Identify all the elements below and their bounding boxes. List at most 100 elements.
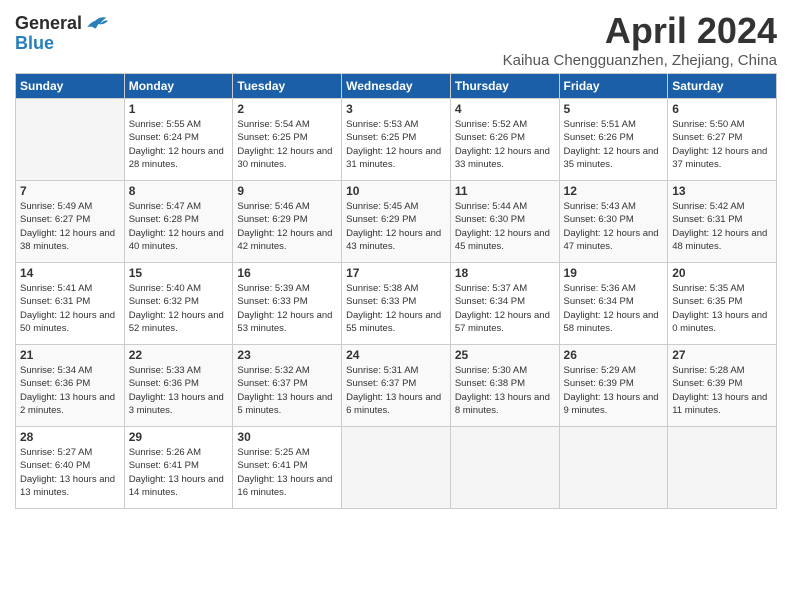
day-number: 17 [346,266,446,280]
day-number: 26 [564,348,664,362]
table-row: 13 Sunrise: 5:42 AM Sunset: 6:31 PM Dayli… [668,181,777,263]
day-info: Sunrise: 5:36 AM Sunset: 6:34 PM Dayligh… [564,282,664,335]
table-row: 18 Sunrise: 5:37 AM Sunset: 6:34 PM Dayli… [450,263,559,345]
day-number: 19 [564,266,664,280]
day-info: Sunrise: 5:44 AM Sunset: 6:30 PM Dayligh… [455,200,555,253]
table-row: 11Sunrise: 5:44 AM Sunset: 6:30 PM Dayli… [450,181,559,263]
table-row: 4Sunrise: 5:52 AM Sunset: 6:26 PM Daylig… [450,99,559,181]
day-info: Sunrise: 5:53 AM Sunset: 6:25 PM Dayligh… [346,118,446,171]
day-info: Sunrise: 5:38 AM Sunset: 6:33 PM Dayligh… [346,282,446,335]
calendar-header-row: Sunday Monday Tuesday Wednesday Thursday… [16,74,777,99]
table-row: 19 Sunrise: 5:36 AM Sunset: 6:34 PM Dayli… [559,263,668,345]
day-info: Sunrise: 5:46 AM Sunset: 6:29 PM Dayligh… [237,200,337,253]
logo-bird-icon [84,14,108,34]
table-row: 27 Sunrise: 5:28 AM Sunset: 6:39 PM Dayli… [668,345,777,427]
calendar-week-row: 28 Sunrise: 5:27 AM Sunset: 6:40 PM Dayli… [16,427,777,509]
day-number: 18 [455,266,555,280]
day-info: Sunrise: 5:29 AM Sunset: 6:39 PM Dayligh… [564,364,664,417]
day-number: 15 [129,266,229,280]
day-info: Sunrise: 5:27 AM Sunset: 6:40 PM Dayligh… [20,446,120,499]
day-info: Sunrise: 5:33 AM Sunset: 6:36 PM Dayligh… [129,364,229,417]
day-info: Sunrise: 5:35 AM Sunset: 6:35 PM Dayligh… [672,282,772,335]
main-container: General Blue April 2024 Kaihua Chengguan… [0,0,792,519]
day-number: 25 [455,348,555,362]
day-info: Sunrise: 5:37 AM Sunset: 6:34 PM Dayligh… [455,282,555,335]
table-row: 10Sunrise: 5:45 AM Sunset: 6:29 PM Dayli… [342,181,451,263]
logo: General Blue [15,14,108,54]
col-saturday: Saturday [668,74,777,99]
col-wednesday: Wednesday [342,74,451,99]
day-info: Sunrise: 5:50 AM Sunset: 6:27 PM Dayligh… [672,118,772,171]
table-row: 7 Sunrise: 5:49 AM Sunset: 6:27 PM Daylig… [16,181,125,263]
table-row: 2 Sunrise: 5:54 AM Sunset: 6:25 PM Daylig… [233,99,342,181]
day-info: Sunrise: 5:25 AM Sunset: 6:41 PM Dayligh… [237,446,337,499]
day-number: 28 [20,430,120,444]
table-row: 14Sunrise: 5:41 AM Sunset: 6:31 PM Dayli… [16,263,125,345]
col-sunday: Sunday [16,74,125,99]
day-number: 10 [346,184,446,198]
day-number: 27 [672,348,772,362]
day-number: 30 [237,430,337,444]
day-number: 12 [564,184,664,198]
day-number: 6 [672,102,772,116]
table-row: 25Sunrise: 5:30 AM Sunset: 6:38 PM Dayli… [450,345,559,427]
logo-general: General [15,14,82,34]
table-row: 23Sunrise: 5:32 AM Sunset: 6:37 PM Dayli… [233,345,342,427]
day-number: 16 [237,266,337,280]
table-row: 24 Sunrise: 5:31 AM Sunset: 6:37 PM Dayli… [342,345,451,427]
table-row: 29 Sunrise: 5:26 AM Sunset: 6:41 PM Dayli… [124,427,233,509]
logo-blue: Blue [15,34,108,54]
table-row: 3 Sunrise: 5:53 AM Sunset: 6:25 PM Daylig… [342,99,451,181]
day-number: 8 [129,184,229,198]
table-row: 26 Sunrise: 5:29 AM Sunset: 6:39 PM Dayli… [559,345,668,427]
table-row: 22Sunrise: 5:33 AM Sunset: 6:36 PM Dayli… [124,345,233,427]
table-row: 15 Sunrise: 5:40 AM Sunset: 6:32 PM Dayli… [124,263,233,345]
day-info: Sunrise: 5:34 AM Sunset: 6:36 PM Dayligh… [20,364,120,417]
day-info: Sunrise: 5:51 AM Sunset: 6:26 PM Dayligh… [564,118,664,171]
day-number: 9 [237,184,337,198]
day-info: Sunrise: 5:49 AM Sunset: 6:27 PM Dayligh… [20,200,120,253]
table-row: 8Sunrise: 5:47 AM Sunset: 6:28 PM Daylig… [124,181,233,263]
day-info: Sunrise: 5:55 AM Sunset: 6:24 PM Dayligh… [129,118,229,171]
day-info: Sunrise: 5:42 AM Sunset: 6:31 PM Dayligh… [672,200,772,253]
day-info: Sunrise: 5:28 AM Sunset: 6:39 PM Dayligh… [672,364,772,417]
day-number: 13 [672,184,772,198]
col-tuesday: Tuesday [233,74,342,99]
day-info: Sunrise: 5:32 AM Sunset: 6:37 PM Dayligh… [237,364,337,417]
calendar-week-row: 14Sunrise: 5:41 AM Sunset: 6:31 PM Dayli… [16,263,777,345]
table-row: 20 Sunrise: 5:35 AM Sunset: 6:35 PM Dayli… [668,263,777,345]
table-row: 12 Sunrise: 5:43 AM Sunset: 6:30 PM Dayli… [559,181,668,263]
day-number: 29 [129,430,229,444]
table-row: 30 Sunrise: 5:25 AM Sunset: 6:41 PM Dayli… [233,427,342,509]
calendar-week-row: 7 Sunrise: 5:49 AM Sunset: 6:27 PM Daylig… [16,181,777,263]
day-info: Sunrise: 5:40 AM Sunset: 6:32 PM Dayligh… [129,282,229,335]
day-info: Sunrise: 5:41 AM Sunset: 6:31 PM Dayligh… [20,282,120,335]
day-number: 1 [129,102,229,116]
day-info: Sunrise: 5:43 AM Sunset: 6:30 PM Dayligh… [564,200,664,253]
calendar-table: Sunday Monday Tuesday Wednesday Thursday… [15,73,777,509]
calendar-week-row: 21Sunrise: 5:34 AM Sunset: 6:36 PM Dayli… [16,345,777,427]
col-monday: Monday [124,74,233,99]
table-row [559,427,668,509]
day-number: 3 [346,102,446,116]
day-info: Sunrise: 5:31 AM Sunset: 6:37 PM Dayligh… [346,364,446,417]
table-row: 16Sunrise: 5:39 AM Sunset: 6:33 PM Dayli… [233,263,342,345]
table-row [668,427,777,509]
table-row [16,99,125,181]
day-number: 24 [346,348,446,362]
day-info: Sunrise: 5:54 AM Sunset: 6:25 PM Dayligh… [237,118,337,171]
day-info: Sunrise: 5:52 AM Sunset: 6:26 PM Dayligh… [455,118,555,171]
day-number: 2 [237,102,337,116]
day-number: 5 [564,102,664,116]
day-number: 20 [672,266,772,280]
col-thursday: Thursday [450,74,559,99]
table-row: 1 Sunrise: 5:55 AM Sunset: 6:24 PM Daylig… [124,99,233,181]
table-row: 17 Sunrise: 5:38 AM Sunset: 6:33 PM Dayli… [342,263,451,345]
table-row: 21Sunrise: 5:34 AM Sunset: 6:36 PM Dayli… [16,345,125,427]
table-row: 9 Sunrise: 5:46 AM Sunset: 6:29 PM Daylig… [233,181,342,263]
day-info: Sunrise: 5:26 AM Sunset: 6:41 PM Dayligh… [129,446,229,499]
table-row: 6 Sunrise: 5:50 AM Sunset: 6:27 PM Daylig… [668,99,777,181]
day-number: 7 [20,184,120,198]
table-row: 28 Sunrise: 5:27 AM Sunset: 6:40 PM Dayli… [16,427,125,509]
title-area: April 2024 Kaihua Chengguanzhen, Zhejian… [503,10,777,69]
